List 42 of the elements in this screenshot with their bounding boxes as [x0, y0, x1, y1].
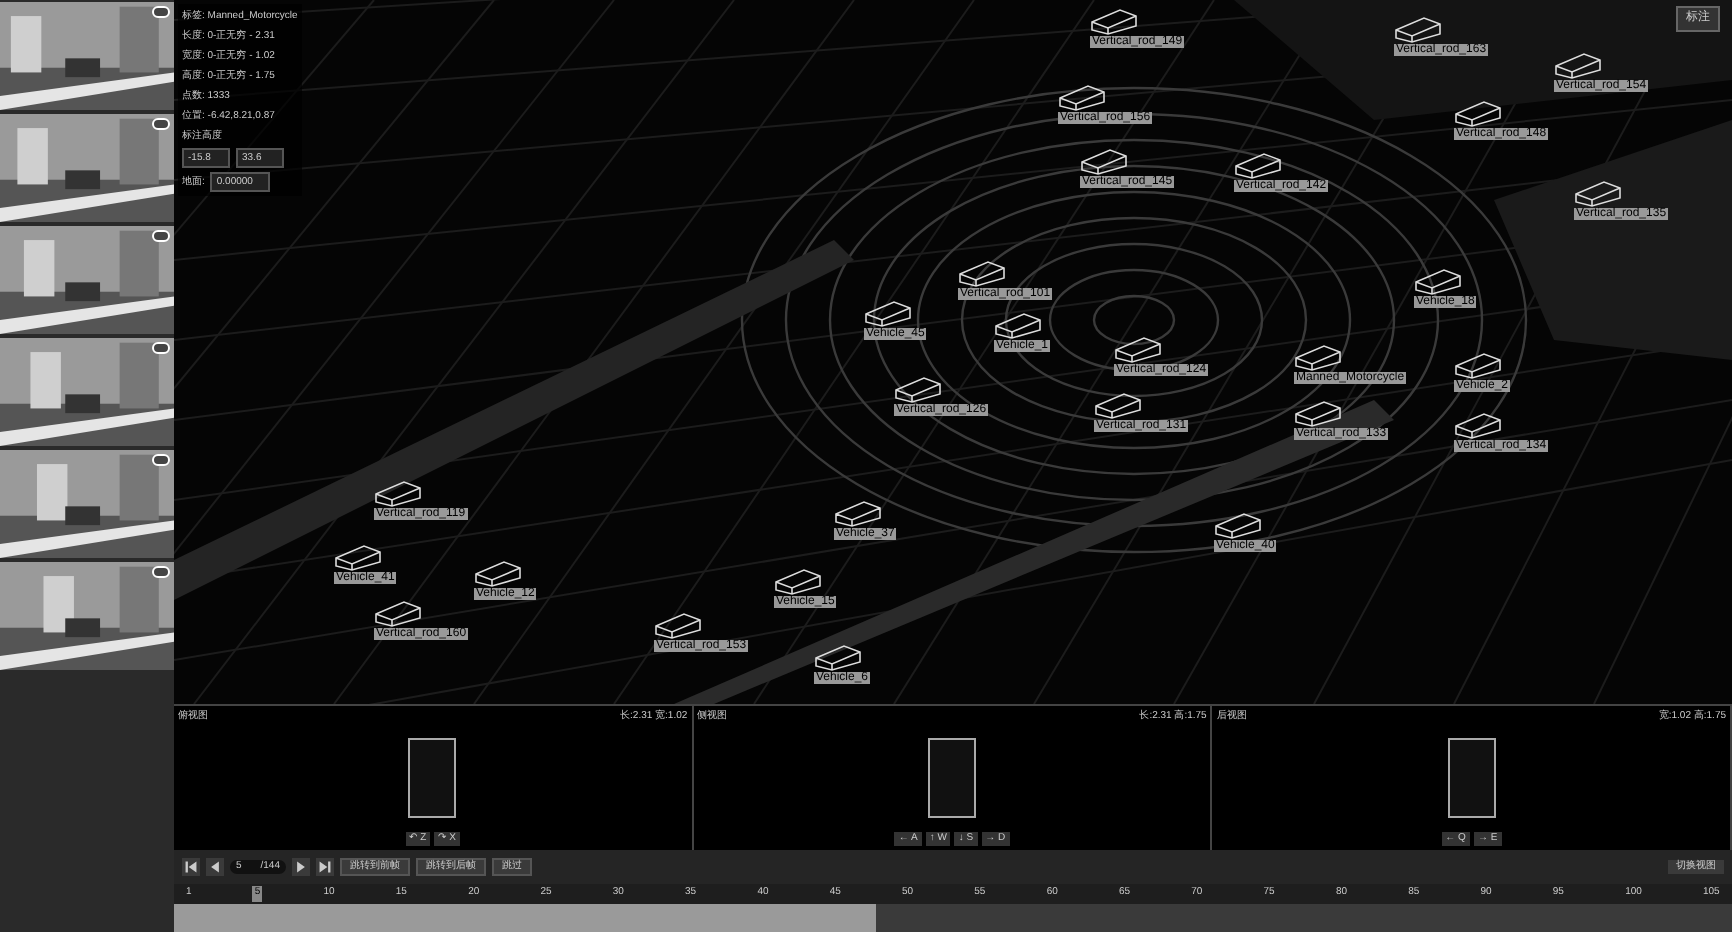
bounding-box-drawing	[1394, 16, 1442, 44]
last-frame-icon[interactable]	[316, 858, 334, 876]
bounding-box-drawing	[814, 644, 862, 672]
eye-icon[interactable]	[152, 230, 170, 242]
bounding-box-drawing	[1114, 336, 1162, 364]
bounding-box-drawing	[1214, 512, 1262, 540]
first-frame-icon[interactable]	[182, 858, 200, 876]
bounding-box-drawing	[1454, 412, 1502, 440]
next-icon[interactable]	[292, 858, 310, 876]
eye-icon[interactable]	[152, 566, 170, 578]
bounding-box-drawing	[374, 480, 422, 508]
bounding-box-drawing	[1294, 400, 1342, 428]
bounding-box-drawing	[654, 612, 702, 640]
bounding-box-drawing	[1094, 392, 1142, 420]
bounding-box-drawing	[1454, 352, 1502, 380]
bounding-box-drawing	[774, 568, 822, 596]
frame-track[interactable]	[174, 904, 1732, 932]
object-preview	[928, 738, 976, 818]
bounding-box-drawing	[1234, 152, 1282, 180]
eye-icon[interactable]	[152, 454, 170, 466]
bounding-box-drawing	[994, 312, 1042, 340]
bounding-box-drawing	[958, 260, 1006, 288]
eye-icon[interactable]	[152, 342, 170, 354]
bounding-box-drawing	[1090, 8, 1138, 36]
previous-icon[interactable]	[206, 858, 224, 876]
bounding-box-drawing	[1574, 180, 1622, 208]
eye-icon[interactable]	[152, 118, 170, 130]
bounding-box-drawing	[834, 500, 882, 528]
bounding-box-drawing	[1454, 100, 1502, 128]
object-preview	[408, 738, 457, 818]
bounding-box-drawing	[864, 300, 912, 328]
bounding-box-drawing	[894, 376, 942, 404]
bounding-box-drawing	[374, 600, 422, 628]
bounding-box-drawing	[474, 560, 522, 588]
bounding-box-drawing	[1414, 268, 1462, 296]
bounding-box-drawing	[1080, 148, 1128, 176]
bounding-box-drawing	[334, 544, 382, 572]
bounding-box-drawing	[1554, 52, 1602, 80]
object-preview	[1447, 738, 1496, 818]
bounding-box-drawing	[1294, 344, 1342, 372]
bounding-box-drawing	[1058, 84, 1106, 112]
eye-icon[interactable]	[152, 6, 170, 18]
